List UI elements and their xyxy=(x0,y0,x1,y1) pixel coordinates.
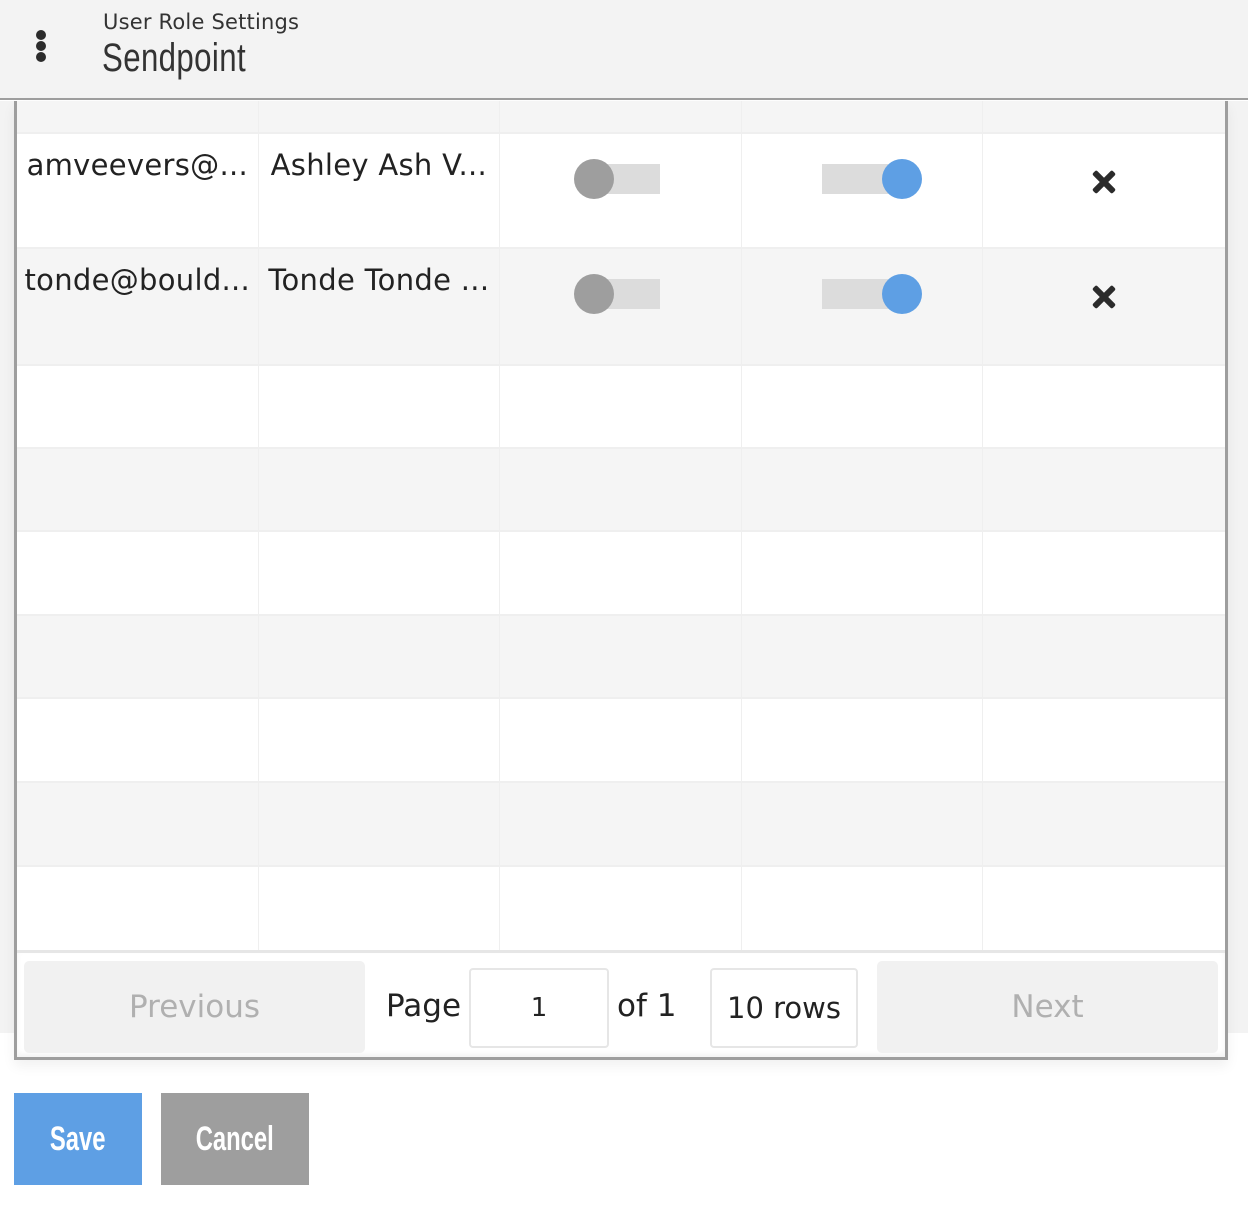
page-total-label: of 1 xyxy=(617,988,677,1024)
header-cell xyxy=(983,101,1225,132)
header-cell xyxy=(259,101,501,132)
toggle-cell xyxy=(500,249,742,364)
empty-cell xyxy=(983,616,1225,697)
kebab-dot xyxy=(36,30,46,40)
cancel-label: Cancel xyxy=(195,1120,275,1158)
table-row: amveevers@... Ashley Ash V... xyxy=(17,134,1225,249)
empty-cell xyxy=(17,699,259,781)
empty-row xyxy=(17,699,1225,783)
empty-cell xyxy=(500,783,742,865)
empty-cell xyxy=(17,449,259,530)
empty-cell xyxy=(17,532,259,614)
close-icon[interactable] xyxy=(1091,284,1117,310)
empty-cell xyxy=(259,366,501,447)
empty-cell xyxy=(259,616,501,697)
rows-per-page-select[interactable]: 10 rows xyxy=(710,968,858,1048)
name-cell: Ashley Ash V... xyxy=(259,134,501,247)
user-name: Tonde Tonde ... xyxy=(268,263,490,297)
table-row: tonde@bould... Tonde Tonde ... xyxy=(17,249,1225,366)
name-cell: Tonde Tonde ... xyxy=(259,249,501,364)
user-name: Ashley Ash V... xyxy=(270,148,488,182)
email-cell: tonde@bould... xyxy=(17,249,259,364)
toggle-knob xyxy=(881,159,922,199)
toggle-knob xyxy=(881,274,922,314)
table-header-row xyxy=(17,101,1225,134)
empty-cell xyxy=(259,867,501,950)
user-email: tonde@bould... xyxy=(24,263,251,297)
empty-row xyxy=(17,532,1225,616)
role-toggle-on[interactable] xyxy=(821,274,922,316)
toggle-cell xyxy=(500,134,742,247)
empty-cell xyxy=(742,699,984,781)
empty-row xyxy=(17,616,1225,699)
header-cell xyxy=(742,101,984,132)
table-body: amveevers@... Ashley Ash V... tonde@boul… xyxy=(17,101,1225,950)
previous-page-button[interactable]: Previous xyxy=(24,961,365,1053)
page-label: Page xyxy=(386,988,462,1024)
role-toggle-on[interactable] xyxy=(821,159,922,201)
empty-cell xyxy=(742,783,984,865)
empty-cell xyxy=(983,449,1225,530)
page-number-input[interactable] xyxy=(469,968,609,1048)
empty-cell xyxy=(259,532,501,614)
empty-cell xyxy=(742,532,984,614)
empty-cell xyxy=(17,616,259,697)
empty-cell xyxy=(500,699,742,781)
toggle-cell xyxy=(742,249,984,364)
pagination-bar: Previous Page of 1 10 rows Next xyxy=(17,950,1225,1057)
empty-cell xyxy=(742,449,984,530)
save-button[interactable]: Save xyxy=(14,1093,142,1185)
empty-cell xyxy=(259,699,501,781)
kebab-menu-icon[interactable] xyxy=(32,28,50,64)
empty-row xyxy=(17,867,1225,950)
kebab-dot xyxy=(36,41,46,51)
save-label: Save xyxy=(50,1120,106,1158)
empty-cell xyxy=(500,616,742,697)
empty-cell xyxy=(983,867,1225,950)
user-email: amveevers@... xyxy=(26,148,249,182)
empty-row xyxy=(17,366,1225,449)
empty-cell xyxy=(742,616,984,697)
next-page-button[interactable]: Next xyxy=(877,961,1218,1053)
header-cell xyxy=(500,101,742,132)
role-toggle-off[interactable] xyxy=(574,159,662,201)
toggle-track xyxy=(821,279,888,309)
close-icon[interactable] xyxy=(1091,169,1117,195)
empty-cell xyxy=(500,449,742,530)
empty-cell xyxy=(259,449,501,530)
header-cell xyxy=(17,101,259,132)
empty-cell xyxy=(17,867,259,950)
empty-cell xyxy=(742,366,984,447)
empty-cell xyxy=(983,532,1225,614)
role-toggle-off[interactable] xyxy=(574,274,662,316)
empty-cell xyxy=(500,366,742,447)
page-subtitle: User Role Settings xyxy=(103,10,300,34)
app-header: User Role Settings Sendpoint xyxy=(0,0,1248,100)
user-roles-table: amveevers@... Ashley Ash V... tonde@boul… xyxy=(14,101,1228,1060)
toggle-knob xyxy=(574,159,615,199)
toggle-knob xyxy=(574,274,615,314)
page-title: Sendpoint xyxy=(102,36,247,80)
remove-cell xyxy=(983,249,1225,364)
empty-cell xyxy=(17,783,259,865)
empty-cell xyxy=(259,783,501,865)
empty-cell xyxy=(500,532,742,614)
cancel-button[interactable]: Cancel xyxy=(161,1093,309,1185)
toggle-track xyxy=(821,164,888,194)
empty-cell xyxy=(17,366,259,447)
empty-cell xyxy=(983,699,1225,781)
empty-row xyxy=(17,783,1225,867)
remove-cell xyxy=(983,134,1225,247)
empty-cell xyxy=(500,867,742,950)
kebab-dot xyxy=(36,52,46,62)
empty-cell xyxy=(983,783,1225,865)
empty-cell xyxy=(983,366,1225,447)
empty-cell xyxy=(742,867,984,950)
empty-row xyxy=(17,449,1225,532)
toggle-cell xyxy=(742,134,984,247)
email-cell: amveevers@... xyxy=(17,134,259,247)
